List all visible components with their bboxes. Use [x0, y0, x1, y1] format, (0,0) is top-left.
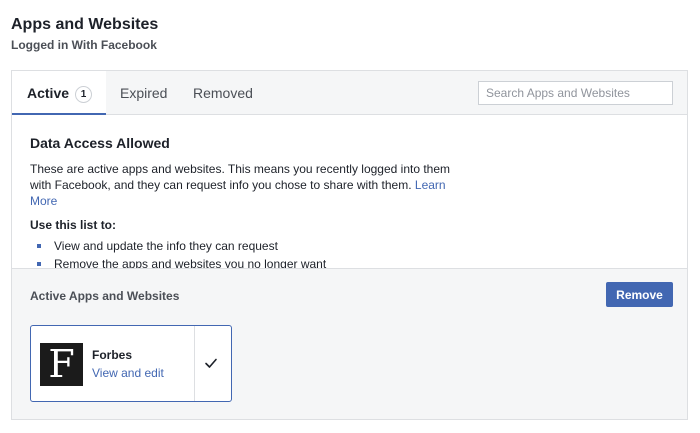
list-item: View and update the info they can reques… — [30, 238, 669, 255]
tab-bar: Active 1 Expired Removed — [12, 71, 687, 115]
info-text-body: These are active apps and websites. This… — [30, 162, 451, 192]
bullet-icon — [37, 244, 41, 248]
info-section: Data Access Allowed These are active app… — [12, 115, 687, 271]
apps-panel: Active 1 Expired Removed Data Access Allo… — [11, 70, 688, 420]
search-input[interactable] — [478, 81, 673, 105]
logo-letter: F — [48, 342, 75, 386]
app-name: Forbes — [92, 348, 133, 362]
view-and-edit-link[interactable]: View and edit — [92, 366, 164, 380]
info-heading: Data Access Allowed — [30, 135, 170, 151]
tab-active-label: Active — [27, 85, 70, 101]
tab-active-count-badge: 1 — [75, 86, 93, 103]
active-apps-section: Active Apps and Websites Remove F Forbes… — [12, 268, 687, 419]
remove-button[interactable]: Remove — [606, 282, 673, 307]
checkmark-icon[interactable] — [203, 355, 219, 371]
forbes-logo-icon: F — [40, 343, 83, 386]
use-list-label: Use this list to: — [30, 218, 117, 232]
apps-section-heading: Active Apps and Websites — [30, 289, 180, 303]
list-item-text: View and update the info they can reques… — [54, 239, 278, 253]
info-text: These are active apps and websites. This… — [30, 161, 470, 209]
page-subtitle: Logged in With Facebook — [11, 38, 157, 52]
tab-active[interactable]: Active 1 — [12, 71, 106, 115]
tab-expired[interactable]: Expired — [120, 71, 167, 115]
page-title: Apps and Websites — [11, 16, 159, 33]
app-card-forbes[interactable]: F Forbes View and edit — [30, 325, 232, 402]
bullet-icon — [37, 262, 41, 266]
card-divider — [194, 326, 195, 401]
tab-removed[interactable]: Removed — [193, 71, 253, 115]
